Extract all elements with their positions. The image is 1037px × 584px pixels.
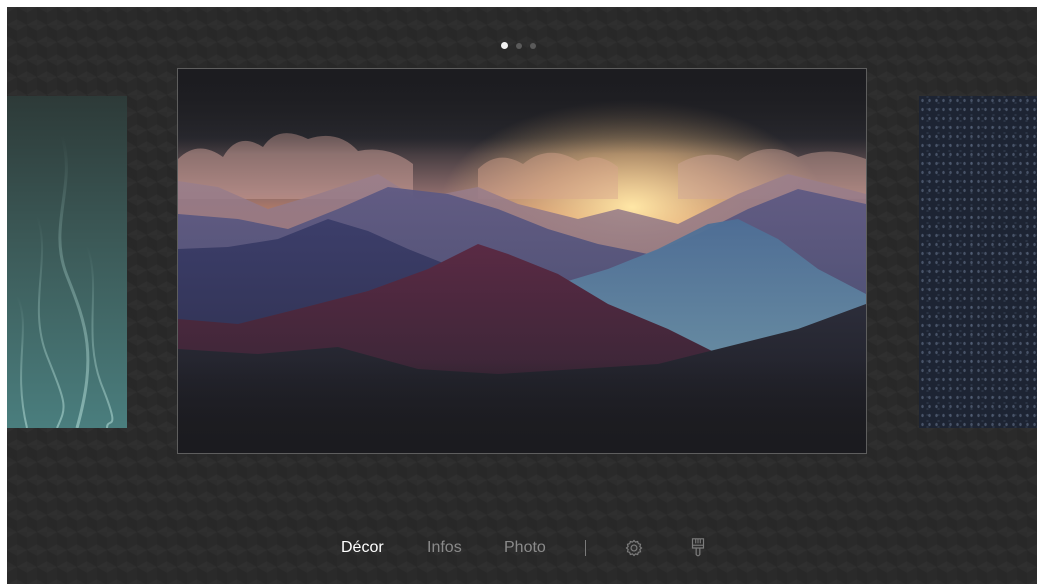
smoke-artwork [16, 135, 114, 428]
menu-divider [585, 540, 586, 556]
page-dot-active [501, 42, 508, 49]
brush-icon[interactable] [687, 537, 709, 559]
bottom-menu: Décor Infos Photo [7, 535, 1037, 561]
artwork-card-previous[interactable] [7, 96, 127, 428]
ambient-mode-screen: Décor Infos Photo [7, 7, 1037, 584]
page-dot [516, 42, 522, 49]
page-dot [530, 42, 536, 49]
artwork-card-next[interactable] [919, 96, 1037, 428]
selected-artwork-frame[interactable] [177, 68, 867, 454]
menu-item-infos[interactable]: Infos [427, 535, 462, 561]
menu-item-photo[interactable]: Photo [504, 535, 546, 561]
page-indicator [501, 42, 536, 49]
gear-icon[interactable] [623, 537, 645, 559]
mountain-sunset-artwork [178, 69, 866, 453]
menu-item-decor[interactable]: Décor [341, 535, 384, 561]
